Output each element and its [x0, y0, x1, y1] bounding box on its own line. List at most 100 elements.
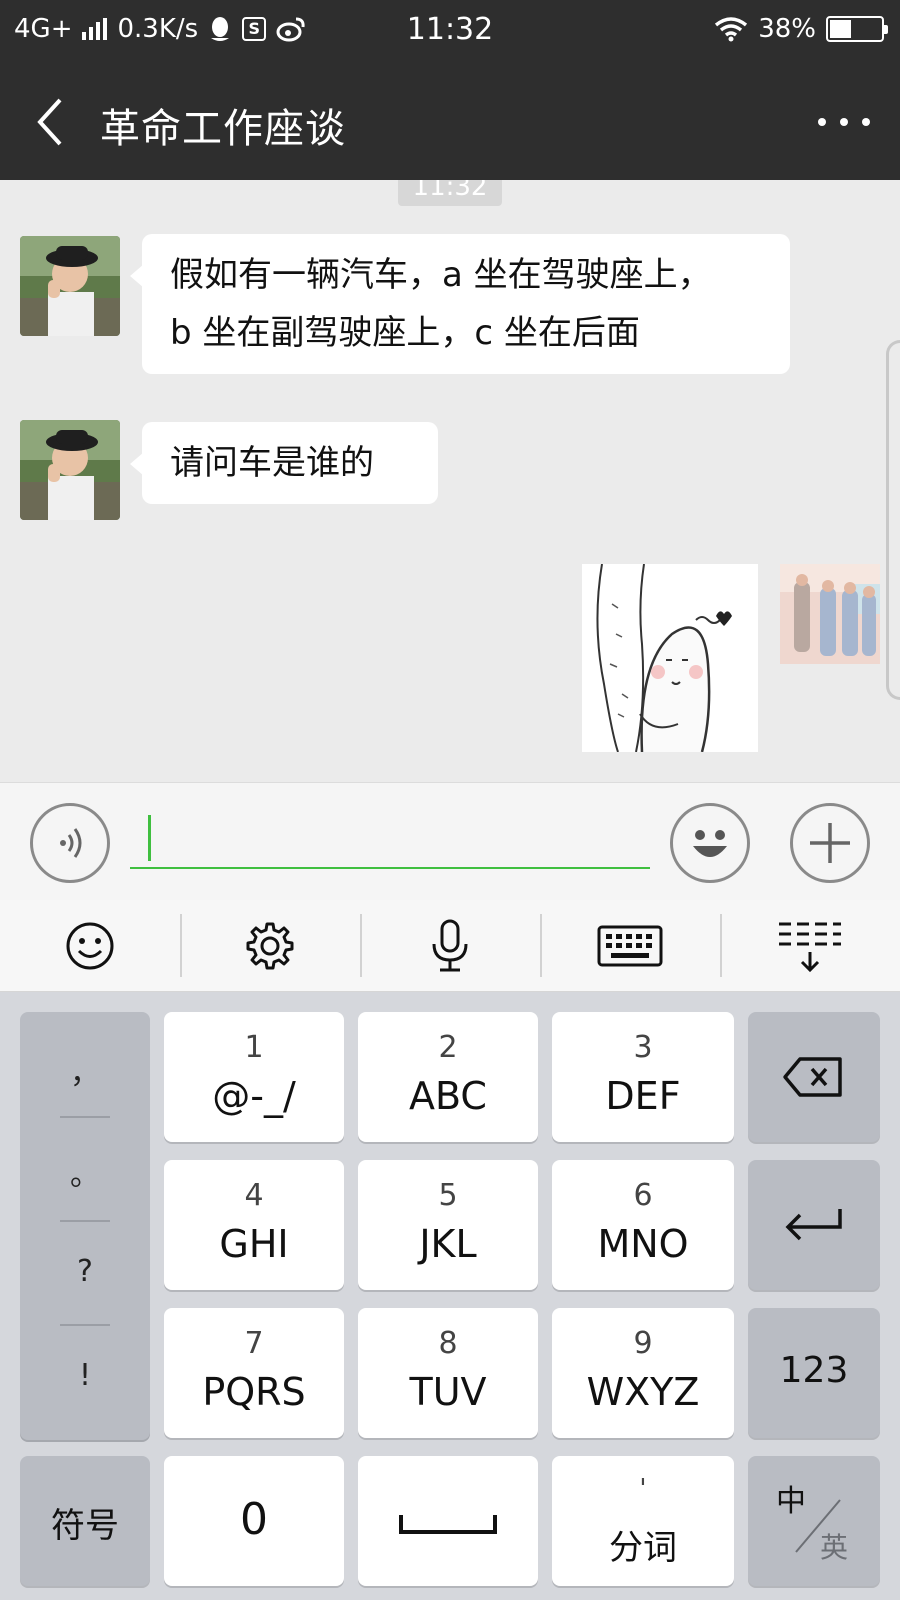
symbols-key[interactable]: 符号	[20, 1456, 150, 1586]
punct-key[interactable]: ?	[20, 1254, 150, 1289]
my-avatar[interactable]	[780, 564, 880, 664]
backspace-icon	[783, 1057, 842, 1097]
key-4[interactable]: 4 GHI	[164, 1160, 344, 1290]
battery-icon	[826, 16, 888, 42]
time-chip: 11:32	[398, 180, 502, 206]
space-key[interactable]	[358, 1456, 538, 1586]
message-list[interactable]: 11:32 假如有一辆汽车，a 坐在驾驶座上， b 坐在副驾驶座上，c 坐在后面	[0, 180, 900, 782]
voice-button[interactable]	[30, 803, 110, 883]
key-letters: @-_/	[212, 1074, 296, 1118]
key-letters: GHI	[219, 1222, 289, 1266]
key-letters: DEF	[605, 1074, 681, 1118]
key-number: 8	[438, 1326, 458, 1361]
avatar-image	[780, 564, 880, 664]
key-letters: WXYZ	[586, 1370, 700, 1414]
avatar[interactable]	[20, 236, 120, 336]
more-button[interactable]	[814, 104, 874, 140]
back-button[interactable]	[26, 94, 76, 150]
segment-key[interactable]: ' 分词	[552, 1456, 734, 1586]
symbols-label: 符号	[51, 1506, 119, 1546]
message-line: b 坐在副驾驶座上，c 坐在后面	[170, 313, 640, 353]
collapse-keyboard-icon	[779, 922, 841, 972]
backspace-key[interactable]	[748, 1012, 880, 1142]
toolbar-settings-button[interactable]	[180, 900, 360, 991]
key-letters: JKL	[419, 1222, 477, 1266]
sticker-message[interactable]	[582, 564, 758, 752]
chat-title: 革命工作座谈	[100, 106, 346, 152]
avatar-image	[20, 420, 120, 520]
number-mode-key[interactable]: 123	[748, 1308, 880, 1438]
punctuation-column[interactable]: ， 。 ? !	[20, 1012, 150, 1440]
battery-percent: 38%	[758, 14, 816, 44]
key-number: 9	[633, 1326, 653, 1361]
language-switch-key[interactable]: 中 英	[748, 1456, 880, 1586]
key-number: 4	[244, 1178, 264, 1213]
key-5[interactable]: 5 JKL	[358, 1160, 538, 1290]
key-number: 5	[438, 1178, 458, 1213]
enter-icon	[785, 1209, 842, 1241]
settings-icon	[246, 922, 294, 969]
segment-mark: '	[639, 1474, 647, 1504]
key-letters: ABC	[409, 1074, 487, 1118]
toolbar-emoji-button[interactable]	[0, 900, 180, 991]
keyboard: ， 。 ? ! 1 @-_/ 2 ABC 3 DEF 4 GHI 5 JKL 6…	[0, 992, 900, 1600]
divider	[60, 1324, 110, 1326]
avatar-image	[20, 236, 120, 336]
sticker-image	[582, 564, 758, 752]
chevron-left-icon	[37, 98, 62, 146]
key-letters: PQRS	[202, 1370, 306, 1414]
message-input[interactable]	[130, 811, 650, 869]
plus-icon	[810, 823, 850, 863]
key-letters: MNO	[597, 1222, 689, 1266]
lang-alt-label: 英	[820, 1531, 849, 1564]
zero-label: 0	[240, 1494, 268, 1545]
toolbar-voice-input-button[interactable]	[360, 900, 540, 991]
scroll-indicator[interactable]	[886, 340, 900, 700]
punct-key[interactable]: !	[20, 1358, 150, 1393]
key-number: 2	[438, 1030, 458, 1065]
key-number: 1	[244, 1030, 264, 1065]
emoji-button[interactable]	[670, 803, 750, 883]
toolbar-hide-keyboard-button[interactable]	[720, 900, 900, 991]
key-8[interactable]: 8 TUV	[358, 1308, 538, 1438]
key-letters: TUV	[409, 1370, 487, 1414]
keyboard-toolbar	[0, 900, 900, 992]
divider	[60, 1116, 110, 1118]
punct-key[interactable]: ，	[20, 1048, 150, 1092]
key-9[interactable]: 9 WXYZ	[552, 1308, 734, 1438]
key-1[interactable]: 1 @-_/	[164, 1012, 344, 1142]
lang-divider	[795, 1499, 841, 1553]
status-right: 38%	[714, 14, 888, 44]
chat-header: 革命工作座谈	[0, 64, 900, 180]
enter-key[interactable]	[748, 1160, 880, 1290]
key-0[interactable]: 0	[164, 1456, 344, 1586]
wifi-icon	[715, 17, 748, 42]
divider	[60, 1220, 110, 1222]
toolbar-keyboard-switch-button[interactable]	[540, 900, 720, 991]
microphone-icon	[432, 919, 468, 971]
segment-label: 分词	[609, 1528, 677, 1568]
more-actions-button[interactable]	[790, 803, 870, 883]
space-icon	[399, 1515, 497, 1534]
punct-key[interactable]: 。	[20, 1150, 150, 1194]
message-line: 请问车是谁的	[170, 443, 374, 483]
keyboard-icon	[597, 925, 663, 966]
key-2[interactable]: 2 ABC	[358, 1012, 538, 1142]
input-bar	[0, 782, 900, 900]
message-line: 假如有一辆汽车，a 坐在驾驶座上，	[170, 255, 712, 295]
text-caret	[148, 815, 151, 861]
key-number: 7	[244, 1326, 264, 1361]
more-dots-icon	[818, 118, 826, 126]
smiley-icon	[66, 922, 114, 969]
voice-icon	[60, 828, 82, 858]
avatar[interactable]	[20, 420, 120, 520]
key-number: 3	[633, 1030, 653, 1065]
number-mode-label: 123	[779, 1350, 849, 1391]
message-bubble[interactable]: 假如有一辆汽车，a 坐在驾驶座上， b 坐在副驾驶座上，c 坐在后面	[130, 234, 790, 374]
key-3[interactable]: 3 DEF	[552, 1012, 734, 1142]
key-7[interactable]: 7 PQRS	[164, 1308, 344, 1438]
status-bar: 4G+ 0.3K/s S 11:32 38%	[0, 0, 900, 64]
key-number: 6	[633, 1178, 653, 1213]
message-bubble[interactable]: 请问车是谁的	[130, 422, 438, 504]
key-6[interactable]: 6 MNO	[552, 1160, 734, 1290]
